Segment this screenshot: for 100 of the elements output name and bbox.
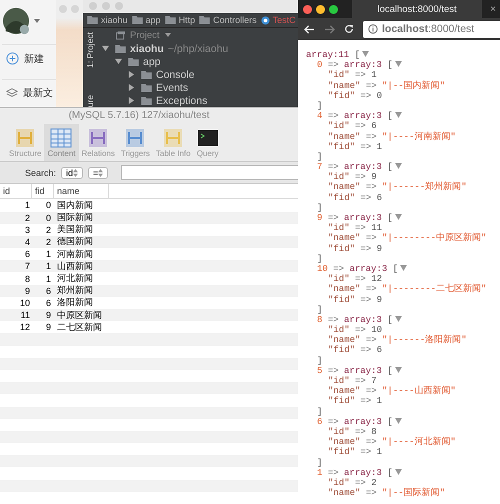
dump-key: "fid"	[328, 294, 356, 304]
table-cell-text: 山西新闻	[56, 260, 94, 273]
folder-icon	[132, 16, 143, 24]
collapse-toggle-icon[interactable]	[362, 51, 370, 57]
dump-arrow: =>	[328, 314, 339, 325]
side-tab[interactable]: ure	[84, 95, 94, 108]
tree-item-label[interactable]: app	[143, 56, 161, 68]
menu-item[interactable]: 最新文	[23, 86, 53, 100]
minimize-window-button[interactable]	[316, 4, 325, 14]
table-cell-text: 6	[44, 286, 52, 296]
collapse-toggle-icon[interactable]	[394, 468, 402, 475]
class-file-icon	[260, 16, 270, 25]
plus-circle-icon[interactable]	[6, 52, 19, 66]
dump-value: 6	[371, 121, 377, 132]
table-cell-text: 1	[44, 249, 52, 260]
collapse-toggle-icon[interactable]	[394, 163, 402, 170]
column-header[interactable]: name	[54, 184, 109, 198]
tree-item-label[interactable]: Events	[156, 82, 188, 94]
search-field[interactable]	[121, 165, 300, 180]
dump-arrow: =>	[366, 488, 377, 498]
dump-arrow: =>	[360, 447, 372, 458]
forward-icon[interactable]	[324, 24, 335, 34]
array-index: 4	[317, 111, 322, 122]
column-header[interactable]: fid	[32, 184, 54, 198]
collapsed-triangle-icon[interactable]	[128, 97, 135, 104]
table-cell-text: 9	[24, 286, 31, 296]
dump-arrow: =>	[366, 233, 377, 244]
collapse-toggle-icon[interactable]	[394, 316, 402, 322]
dump-value: 9	[376, 244, 382, 254]
reload-icon[interactable]	[344, 24, 354, 34]
table-cell-text: 0	[44, 212, 52, 223]
dump-arrow: =>	[355, 426, 366, 437]
tool-icon	[87, 128, 110, 148]
dump-arrow: =>	[355, 478, 366, 488]
collapse-toggle-icon[interactable]	[394, 61, 402, 68]
collapse-toggle-icon[interactable]	[400, 264, 408, 271]
expanded-triangle-icon[interactable]	[115, 58, 122, 66]
table-cell-text: 国际新闻	[56, 211, 94, 224]
avatar[interactable]	[2, 6, 30, 35]
caret-icon[interactable]	[34, 18, 40, 23]
breadcrumb[interactable]: Http	[178, 15, 196, 26]
field-select[interactable]: id	[61, 166, 84, 179]
tree-item-label[interactable]: Console	[156, 68, 195, 81]
collapse-toggle-icon[interactable]	[394, 112, 402, 118]
bracket: [	[387, 60, 393, 70]
collapse-toggle-icon[interactable]	[394, 366, 402, 373]
collapsed-triangle-icon[interactable]	[128, 71, 135, 78]
table-cell-text: 1	[44, 274, 52, 284]
browser-tab[interactable]: localhost:8000/test	[352, 0, 482, 18]
tree-item-label[interactable]: Exceptions	[156, 94, 208, 107]
array-index: 1	[317, 468, 322, 478]
dump-value: 7	[371, 376, 377, 386]
table-cell-text: 0	[44, 200, 52, 210]
dump-arrow: =>	[355, 325, 366, 336]
dump-arrow: =>	[328, 162, 339, 172]
bracket: [	[387, 468, 393, 478]
tree-item-label[interactable]: xiaohu	[130, 42, 164, 55]
menu-item[interactable]: 新建	[24, 52, 44, 66]
array-index: 6	[317, 416, 322, 427]
dump-arrow: =>	[355, 376, 366, 386]
dump-value: 0	[376, 90, 382, 101]
bracket: ]	[317, 356, 322, 366]
breadcrumb[interactable]: Controllers	[213, 15, 257, 26]
dump-value: 11	[371, 223, 382, 234]
collapsed-triangle-icon[interactable]	[128, 84, 135, 92]
bracket: ]	[317, 406, 322, 417]
dump-type: array:3	[344, 468, 382, 478]
back-icon[interactable]	[304, 24, 315, 34]
operator-select[interactable]: =	[88, 166, 108, 179]
breadcrumb[interactable]: app	[146, 15, 161, 26]
column-header[interactable]: id	[0, 184, 32, 198]
close-tab-button[interactable]: ×	[486, 4, 500, 14]
tool-icon	[124, 128, 146, 148]
expanded-triangle-icon[interactable]	[102, 45, 109, 52]
collapse-toggle-icon[interactable]	[394, 418, 402, 424]
dump-key: "id"	[328, 172, 350, 182]
layers-icon[interactable]	[6, 87, 18, 100]
collapse-toggle-icon[interactable]	[394, 214, 402, 220]
dump-key: "id"	[328, 223, 350, 234]
dump-arrow: =>	[366, 132, 377, 142]
dump-key: "id"	[328, 325, 350, 336]
bracket: [	[387, 366, 393, 376]
dump-type: array:3	[344, 416, 382, 427]
dump-arrow: =>	[360, 294, 372, 304]
dump-value: 9	[371, 172, 377, 182]
dump-arrow: =>	[328, 366, 339, 376]
table-cell-text: 郑州新闻	[56, 284, 94, 298]
array-index: 9	[317, 213, 322, 223]
dump-value: "|--------二七区新闻"	[382, 284, 486, 294]
dump-arrow: =>	[366, 437, 377, 448]
dropdown-icon[interactable]	[164, 33, 171, 38]
address-bar[interactable]: localhost:8000/test	[363, 20, 500, 38]
folder-path: ~/php/xiaohu	[168, 42, 228, 55]
dump-key: "fid"	[328, 447, 356, 458]
breadcrumb[interactable]: xiaohu	[101, 15, 128, 26]
side-tab[interactable]: 1: Project	[84, 32, 94, 68]
close-window-button[interactable]	[303, 4, 312, 14]
zoom-window-button[interactable]	[329, 4, 338, 14]
dump-type: array:3	[344, 213, 382, 223]
window-title: (MySQL 5.7.16) 127/xiaohu/test	[0, 108, 298, 124]
